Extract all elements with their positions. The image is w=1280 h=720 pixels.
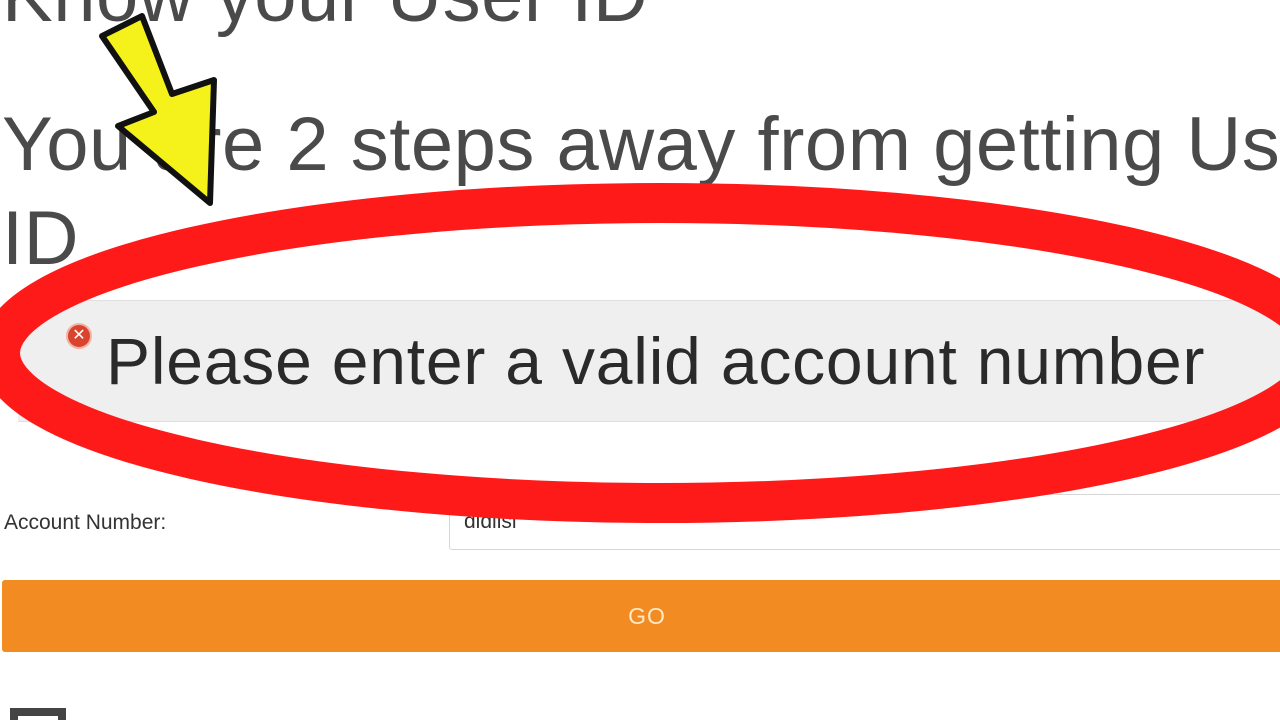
error-message: Please enter a valid account number bbox=[106, 324, 1206, 398]
cutoff-text-fragment bbox=[10, 708, 66, 720]
go-button[interactable]: GO bbox=[2, 580, 1280, 652]
page-title: Know your User ID bbox=[2, 0, 648, 34]
account-number-input[interactable] bbox=[449, 494, 1280, 550]
page-subtitle: You are 2 steps away from getting User I… bbox=[2, 102, 1280, 281]
page: Know your User ID You are 2 steps away f… bbox=[0, 0, 1280, 720]
error-x-icon: ✕ bbox=[66, 323, 92, 349]
account-number-label: Account Number: bbox=[4, 511, 167, 534]
